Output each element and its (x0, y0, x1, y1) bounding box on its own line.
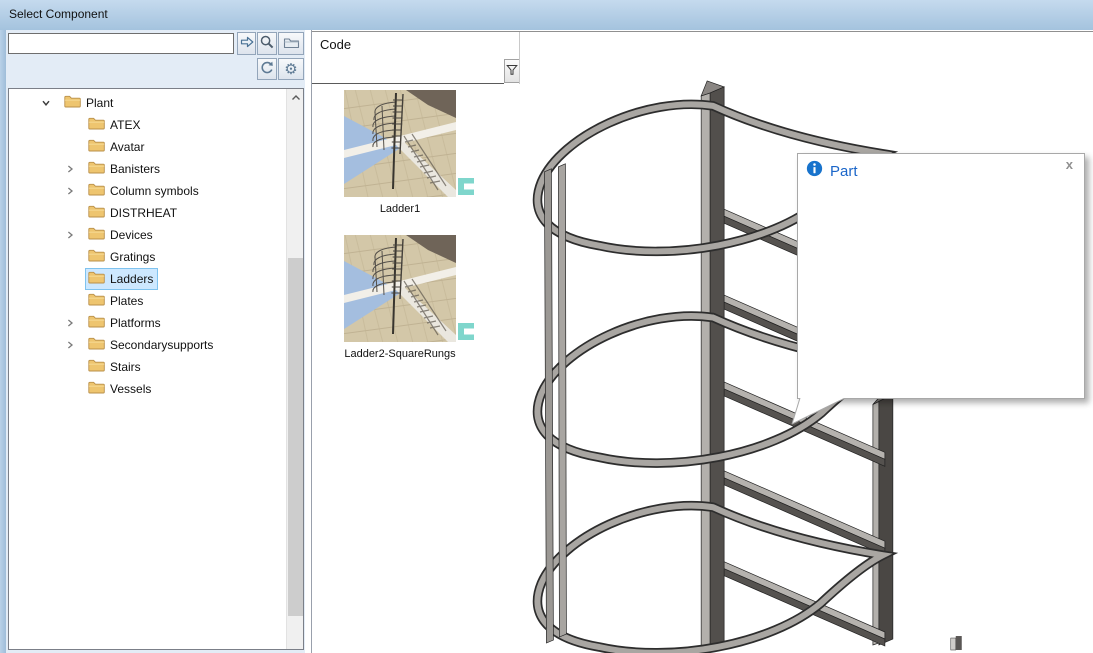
search-input[interactable] (8, 33, 234, 54)
scrollbar-thumb[interactable] (288, 258, 303, 616)
window-title: Select Component (9, 7, 108, 21)
tree-item[interactable]: Devices (9, 224, 286, 246)
tree-item-label: Plates (110, 294, 143, 308)
tree-item[interactable]: Plates (9, 290, 286, 312)
tree-item-label: DISTRHEAT (110, 206, 177, 220)
chevron-right-icon[interactable] (63, 362, 77, 372)
folder-icon (88, 381, 105, 397)
folder-icon (88, 249, 105, 265)
tree-item-plant[interactable]: Plant (9, 92, 286, 114)
tree-item-label: Vessels (110, 382, 151, 396)
ladder-thumbnail-image[interactable] (344, 90, 456, 197)
folder-icon (88, 227, 105, 243)
component-item-label: Ladder1 (330, 203, 470, 215)
tree-item[interactable]: Ladders (9, 268, 286, 290)
component-item[interactable]: Ladder2-SquareRungs (344, 235, 456, 360)
tree-item[interactable]: Banisters (9, 158, 286, 180)
left-panel: ⚙ Plant (6, 30, 305, 653)
chevron-right-icon[interactable] (63, 384, 77, 394)
tree-item[interactable]: DISTRHEAT (9, 202, 286, 224)
tree-item[interactable]: Stairs (9, 356, 286, 378)
tree-item-label: Column symbols (110, 184, 199, 198)
tooltip-title: Part (830, 163, 858, 180)
settings-button[interactable]: ⚙ (278, 58, 304, 80)
refresh-button[interactable] (257, 58, 277, 80)
chevron-right-icon[interactable] (63, 296, 77, 306)
tree-item[interactable]: Platforms (9, 312, 286, 334)
arrow-right-icon (239, 34, 255, 53)
folder-icon (88, 359, 105, 375)
tree-item[interactable]: ATEX (9, 114, 286, 136)
chevron-right-icon[interactable] (63, 274, 77, 284)
ladder-thumbnail-image[interactable] (344, 235, 456, 342)
tree-item-label: Secondarysupports (110, 338, 213, 352)
search-button[interactable] (257, 32, 277, 55)
folder-icon (64, 95, 81, 111)
divider (519, 32, 520, 84)
tree-item[interactable]: Gratings (9, 246, 286, 268)
chevron-right-icon[interactable] (63, 186, 77, 196)
tree-item[interactable]: Vessels (9, 378, 286, 400)
tree-item-label: Avatar (110, 140, 144, 154)
folder-icon (88, 161, 105, 177)
refresh-icon (259, 60, 275, 79)
folder-icon (283, 35, 300, 53)
rear-stringer (873, 393, 893, 645)
part-tooltip: Part x (797, 153, 1085, 399)
folder-icon (88, 139, 105, 155)
tooltip-callout-tail (789, 398, 849, 428)
tree-item-label: Platforms (110, 316, 161, 330)
search-icon (259, 34, 275, 53)
chevron-right-icon[interactable] (63, 120, 77, 130)
chevron-right-icon[interactable] (63, 340, 77, 350)
chevron-down-icon[interactable] (39, 98, 53, 108)
close-icon[interactable]: x (1066, 158, 1073, 171)
scroll-up-icon[interactable] (287, 89, 304, 106)
funnel-icon (506, 64, 518, 79)
divider (312, 83, 504, 84)
folder-icon (88, 293, 105, 309)
chevron-right-icon[interactable] (63, 208, 77, 218)
tree-item[interactable]: Secondarysupports (9, 334, 286, 356)
select-component-dialog: Select Component ⚙ (0, 0, 1093, 653)
front-stringer (701, 81, 724, 651)
component-tree: Plant ATEX (8, 88, 304, 650)
filter-button[interactable] (504, 59, 520, 83)
folder-icon (88, 315, 105, 331)
tree-item[interactable]: Column symbols (9, 180, 286, 202)
chevron-right-icon[interactable] (63, 164, 77, 174)
go-button[interactable] (237, 32, 256, 55)
browse-folder-button[interactable] (278, 32, 304, 55)
component-item-label: Ladder2-SquareRungs (330, 348, 470, 360)
folder-icon (88, 117, 105, 133)
info-icon (806, 160, 823, 182)
tree-item-label: ATEX (110, 118, 140, 132)
rear-strap-stub (951, 636, 962, 650)
chevron-right-icon[interactable] (63, 318, 77, 328)
tree-item-label: Plant (86, 96, 113, 110)
folder-icon (88, 337, 105, 353)
tree-item-label: Gratings (110, 250, 155, 264)
code-column-header[interactable]: Code (320, 37, 351, 52)
folder-icon (88, 205, 105, 221)
titlebar[interactable]: Select Component (0, 0, 1093, 30)
folder-icon (88, 271, 105, 287)
chevron-right-icon[interactable] (63, 230, 77, 240)
tree-item-label: Ladders (110, 272, 153, 286)
tree-rows: Plant ATEX (9, 92, 286, 400)
cadmatic-logo-icon (458, 323, 474, 345)
tree-scrollbar[interactable] (286, 89, 303, 649)
tree-item-label: Stairs (110, 360, 141, 374)
folder-icon (88, 183, 105, 199)
component-list: Ladder1 (344, 90, 504, 380)
component-item[interactable]: Ladder1 (344, 90, 456, 215)
chevron-right-icon[interactable] (63, 252, 77, 262)
tree-children: ATEX Avatar (9, 114, 286, 400)
gear-icon: ⚙ (284, 62, 297, 77)
tree-item-label: Devices (110, 228, 153, 242)
cadmatic-logo-icon (458, 178, 474, 200)
tree-item-label: Banisters (110, 162, 160, 176)
tree-item[interactable]: Avatar (9, 136, 286, 158)
chevron-right-icon[interactable] (63, 142, 77, 152)
